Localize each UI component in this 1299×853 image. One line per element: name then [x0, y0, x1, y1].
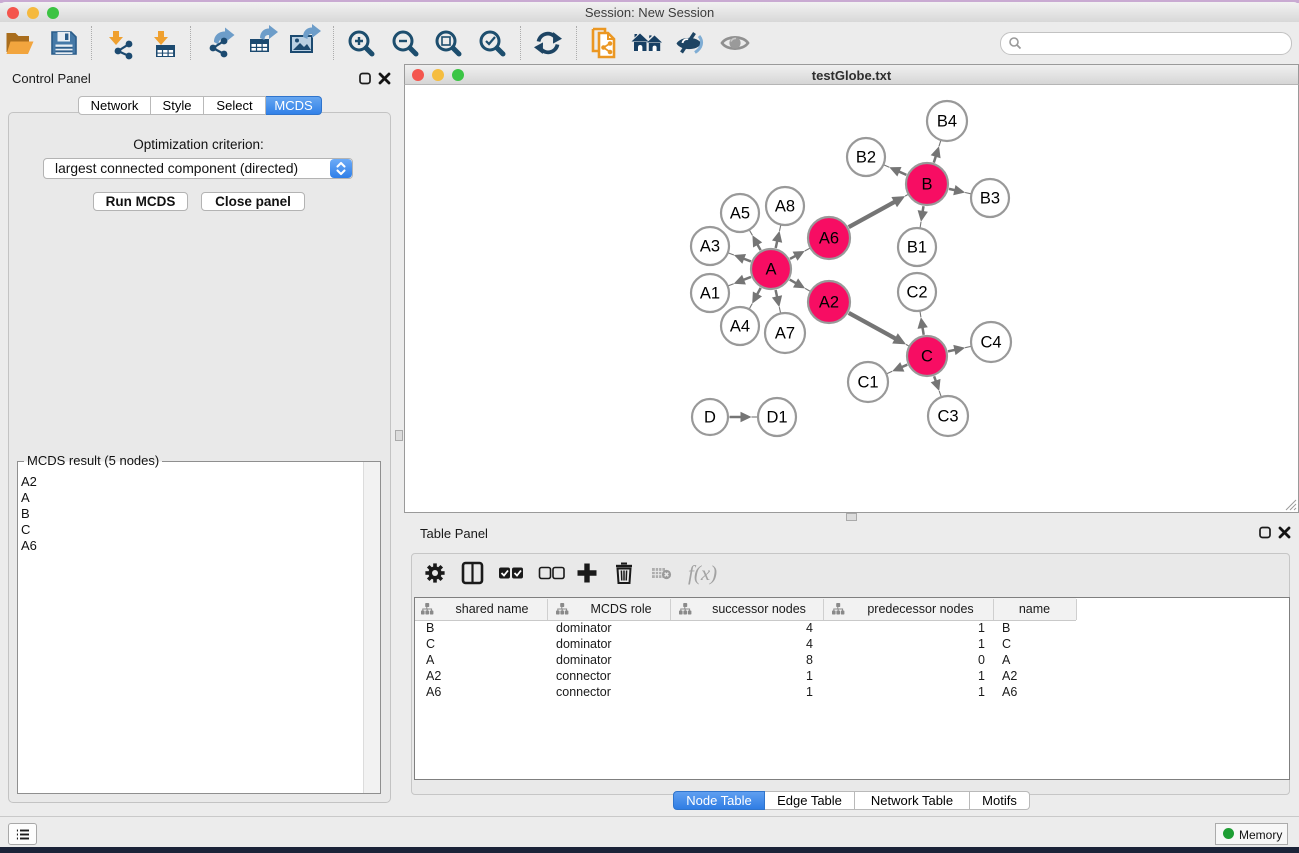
- svg-text:f(x): f(x): [688, 561, 717, 585]
- svg-text:C3: C3: [937, 408, 958, 426]
- svg-text:A4: A4: [730, 318, 750, 336]
- svg-text:B2: B2: [856, 149, 876, 167]
- svg-text:C: C: [921, 348, 933, 366]
- svg-text:B4: B4: [937, 113, 957, 131]
- svg-text:C2: C2: [906, 284, 927, 302]
- svg-text:A3: A3: [700, 238, 720, 256]
- svg-text:A2: A2: [819, 294, 839, 312]
- svg-text:A5: A5: [730, 205, 750, 223]
- svg-text:C4: C4: [980, 334, 1001, 352]
- svg-text:D1: D1: [766, 409, 787, 427]
- svg-text:A7: A7: [775, 325, 795, 343]
- svg-text:A8: A8: [775, 198, 795, 216]
- svg-text:B: B: [921, 176, 932, 194]
- svg-text:D: D: [704, 409, 716, 427]
- svg-text:B1: B1: [907, 239, 927, 257]
- svg-text:A1: A1: [700, 285, 720, 303]
- svg-text:A: A: [765, 261, 776, 279]
- svg-text:A6: A6: [819, 230, 839, 248]
- svg-text:C1: C1: [857, 374, 878, 392]
- svg-text:B3: B3: [980, 190, 1000, 208]
